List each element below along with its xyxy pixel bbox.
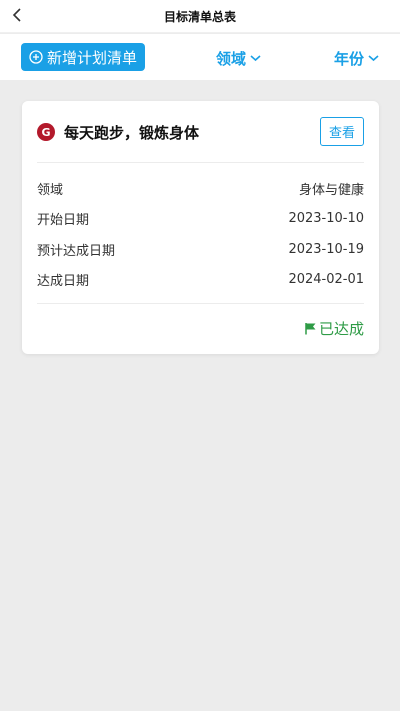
detail-label: 预计达成日期 xyxy=(37,243,116,259)
goal-category-badge: G xyxy=(37,123,55,141)
detail-value: 身体与健康 xyxy=(298,182,364,198)
detail-label: 开始日期 xyxy=(37,212,90,228)
goal-title: 每天跑步，锻炼身体 xyxy=(64,124,200,142)
back-button[interactable] xyxy=(6,4,28,26)
chevron-down-icon xyxy=(368,55,379,62)
chevron-left-icon xyxy=(12,8,21,22)
domain-filter-label: 领域 xyxy=(216,49,247,68)
flag-icon xyxy=(305,323,316,335)
toolbar: 新增计划清单 领域 年份 xyxy=(0,34,400,80)
add-plan-button[interactable]: 新增计划清单 xyxy=(21,43,145,71)
status-text: 已达成 xyxy=(318,320,364,338)
detail-label: 领域 xyxy=(37,182,64,198)
view-button[interactable]: 查看 xyxy=(320,117,364,146)
detail-value: 2024-02-01 xyxy=(288,271,364,287)
detail-label: 达成日期 xyxy=(37,273,90,289)
detail-row-domain: 领域 身体与健康 xyxy=(37,178,364,198)
year-filter-label: 年份 xyxy=(334,49,365,68)
detail-row-achieved-date: 达成日期 2024-02-01 xyxy=(37,269,364,289)
status-badge: 已达成 xyxy=(304,318,364,339)
top-nav-bar: 目标清单总表 xyxy=(0,0,400,33)
goal-card-header: G 每天跑步，锻炼身体 查看 xyxy=(22,101,379,162)
detail-row-expected-date: 预计达成日期 2023-10-19 xyxy=(37,239,364,259)
detail-value: 2023-10-10 xyxy=(288,210,364,226)
goal-card: G 每天跑步，锻炼身体 查看 领域 身体与健康 开始日期 2023-10-10 … xyxy=(22,101,379,354)
year-filter-dropdown[interactable]: 年份 xyxy=(334,47,379,69)
domain-filter-dropdown[interactable]: 领域 xyxy=(216,47,261,69)
detail-value: 2023-10-19 xyxy=(288,241,364,257)
detail-row-start-date: 开始日期 2023-10-10 xyxy=(37,208,364,228)
add-plan-label: 新增计划清单 xyxy=(46,48,137,67)
divider xyxy=(37,162,364,163)
plus-circle-icon xyxy=(29,50,43,64)
chevron-down-icon xyxy=(250,55,261,62)
divider xyxy=(37,303,364,304)
page-title: 目标清单总表 xyxy=(163,9,236,24)
